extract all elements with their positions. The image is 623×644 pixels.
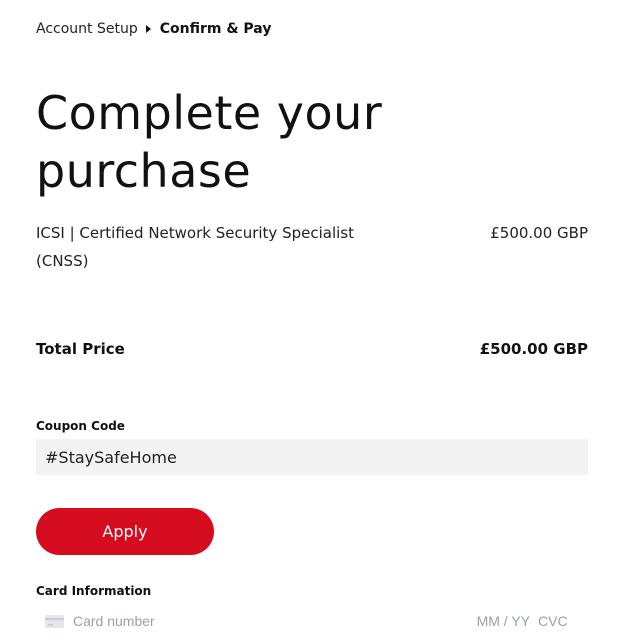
card-number-input[interactable] — [73, 613, 474, 629]
coupon-code-label: Coupon Code — [36, 419, 125, 433]
page-title: Complete your purchase — [36, 86, 383, 198]
total-price-label: Total Price — [36, 340, 125, 358]
apply-coupon-button[interactable]: Apply — [36, 508, 214, 555]
breadcrumb-account-setup[interactable]: Account Setup — [36, 21, 138, 37]
card-information-field[interactable] — [36, 608, 588, 634]
total-price-value: £500.00 GBP — [479, 340, 588, 358]
order-item-row: ICSI | Certified Network Security Specia… — [36, 219, 588, 275]
card-cvc-input[interactable] — [538, 613, 568, 629]
order-item-name: ICSI | Certified Network Security Specia… — [36, 224, 354, 270]
chevron-right-icon — [145, 25, 151, 33]
card-expiry-input[interactable] — [474, 613, 530, 629]
breadcrumb: Account Setup Confirm & Pay — [36, 21, 271, 37]
breadcrumb-confirm-pay: Confirm & Pay — [159, 21, 272, 37]
total-price-row: Total Price £500.00 GBP — [36, 340, 588, 358]
order-item-price: £500.00 GBP — [490, 224, 588, 242]
coupon-code-input[interactable] — [36, 439, 588, 475]
credit-card-icon — [45, 614, 64, 628]
card-information-label: Card Information — [36, 584, 152, 598]
